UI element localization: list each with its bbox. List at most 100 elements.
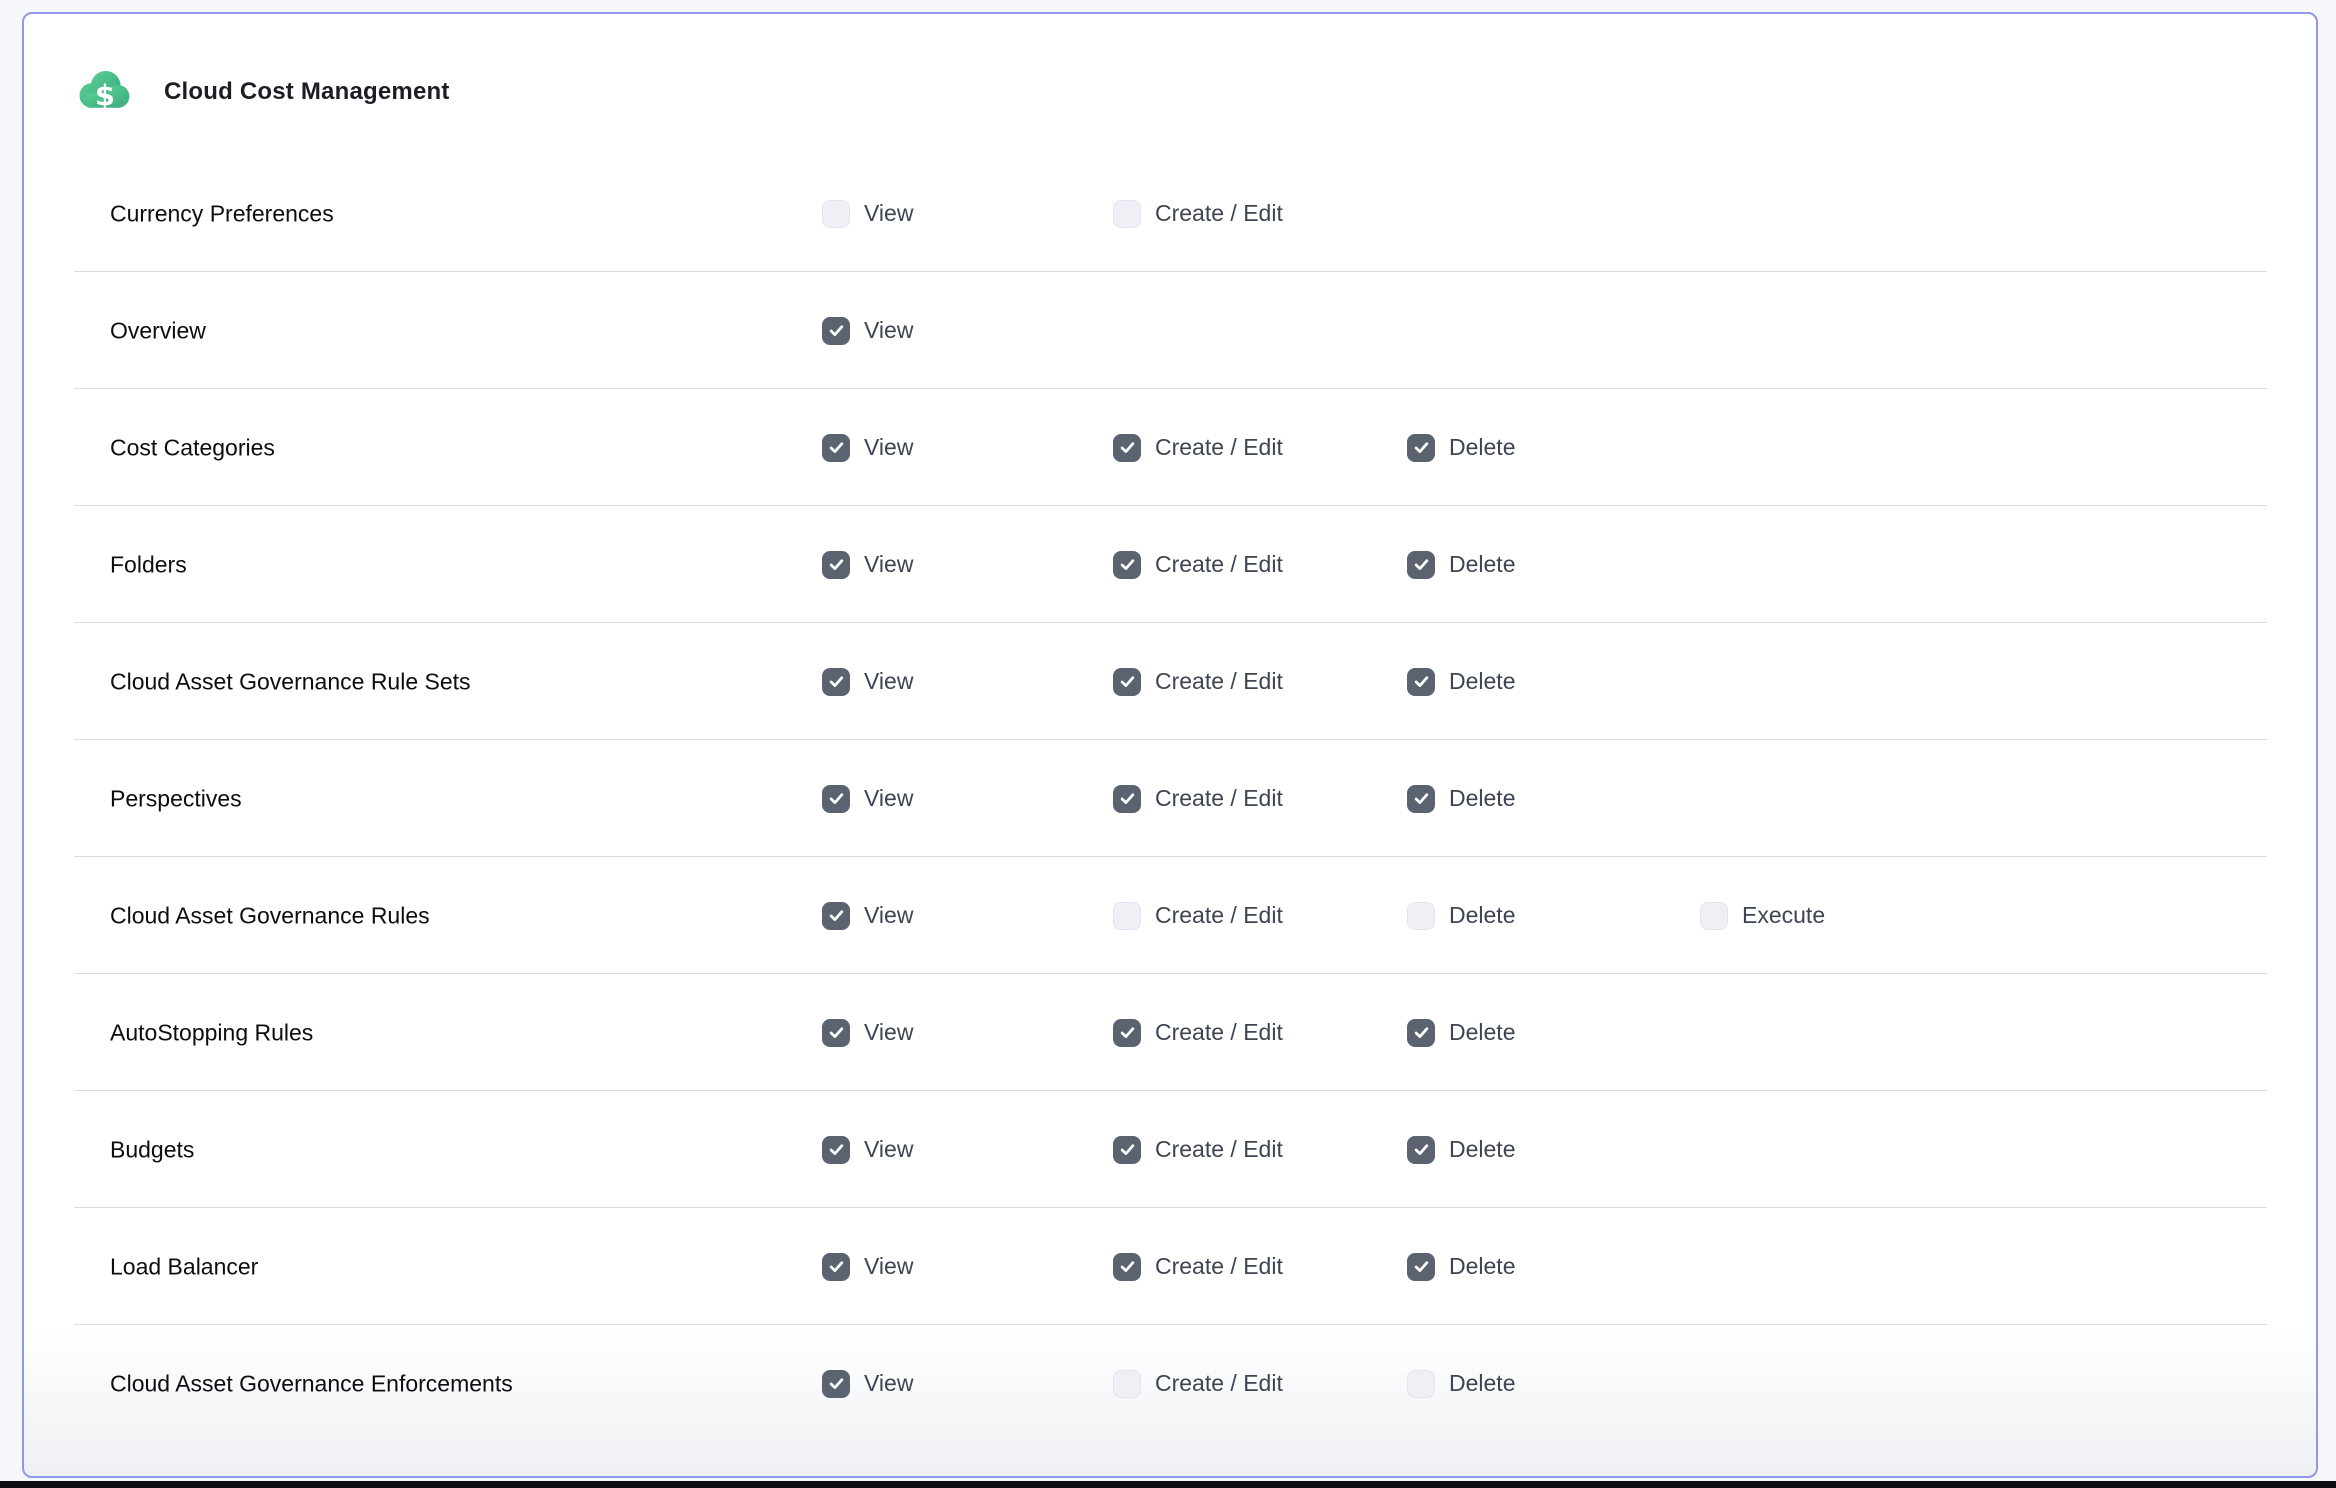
view-checkbox[interactable] — [822, 200, 850, 228]
view-checkbox[interactable] — [822, 902, 850, 930]
execute-permission[interactable]: Execute — [1700, 902, 1825, 930]
check-icon — [1118, 555, 1137, 574]
create-edit-permission[interactable]: Create / Edit — [1113, 1253, 1283, 1281]
card-header: $ Cloud Cost Management — [24, 14, 2316, 155]
create-edit-checkbox[interactable] — [1113, 785, 1141, 813]
execute-checkbox[interactable] — [1700, 902, 1728, 930]
view-permission[interactable]: View — [822, 668, 913, 696]
delete-checkbox[interactable] — [1407, 1019, 1435, 1047]
permission-label: View — [864, 317, 913, 344]
view-permission[interactable]: View — [822, 1253, 913, 1281]
permission-label: Create / Edit — [1155, 434, 1283, 461]
resource-label: Overview — [110, 317, 206, 344]
create-edit-permission[interactable]: Create / Edit — [1113, 1136, 1283, 1164]
check-icon — [827, 1374, 846, 1393]
permission-label: Create / Edit — [1155, 1253, 1283, 1280]
delete-checkbox[interactable] — [1407, 785, 1435, 813]
create-edit-permission[interactable]: Create / Edit — [1113, 200, 1283, 228]
view-checkbox[interactable] — [822, 551, 850, 579]
delete-checkbox[interactable] — [1407, 902, 1435, 930]
create-edit-checkbox[interactable] — [1113, 1253, 1141, 1281]
delete-permission[interactable]: Delete — [1407, 1370, 1515, 1398]
create-edit-permission[interactable]: Create / Edit — [1113, 1370, 1283, 1398]
view-checkbox[interactable] — [822, 1136, 850, 1164]
view-permission[interactable]: View — [822, 1136, 913, 1164]
delete-permission[interactable]: Delete — [1407, 1136, 1515, 1164]
view-permission[interactable]: View — [822, 317, 913, 345]
create-edit-permission[interactable]: Create / Edit — [1113, 668, 1283, 696]
permission-label: View — [864, 1136, 913, 1163]
view-permission[interactable]: View — [822, 551, 913, 579]
delete-permission[interactable]: Delete — [1407, 1253, 1515, 1281]
delete-checkbox[interactable] — [1407, 1136, 1435, 1164]
view-checkbox[interactable] — [822, 1253, 850, 1281]
check-icon — [1118, 1140, 1137, 1159]
check-icon — [1118, 1023, 1137, 1042]
view-permission[interactable]: View — [822, 785, 913, 813]
create-edit-checkbox[interactable] — [1113, 1019, 1141, 1047]
permission-label: View — [864, 902, 913, 929]
permission-label: Create / Edit — [1155, 1136, 1283, 1163]
permission-label: Create / Edit — [1155, 200, 1283, 227]
check-icon — [1412, 672, 1431, 691]
delete-checkbox[interactable] — [1407, 668, 1435, 696]
delete-checkbox[interactable] — [1407, 1253, 1435, 1281]
permission-label: Delete — [1449, 902, 1515, 929]
create-edit-checkbox[interactable] — [1113, 902, 1141, 930]
create-edit-checkbox[interactable] — [1113, 434, 1141, 462]
create-edit-checkbox[interactable] — [1113, 200, 1141, 228]
delete-permission[interactable]: Delete — [1407, 902, 1515, 930]
create-edit-checkbox[interactable] — [1113, 1370, 1141, 1398]
view-checkbox[interactable] — [822, 668, 850, 696]
permission-row: Perspectives View Create / Edit Delete — [24, 740, 2316, 857]
view-permission[interactable]: View — [822, 1370, 913, 1398]
create-edit-permission[interactable]: Create / Edit — [1113, 1019, 1283, 1047]
permission-label: Delete — [1449, 1019, 1515, 1046]
view-checkbox[interactable] — [822, 1019, 850, 1047]
check-icon — [1118, 789, 1137, 808]
permissions-card: $ Cloud Cost Management Currency Prefere… — [22, 12, 2318, 1478]
view-checkbox[interactable] — [822, 1370, 850, 1398]
delete-permission[interactable]: Delete — [1407, 1019, 1515, 1047]
check-icon — [1412, 438, 1431, 457]
view-permission[interactable]: View — [822, 902, 913, 930]
view-checkbox[interactable] — [822, 785, 850, 813]
permission-label: Create / Edit — [1155, 1019, 1283, 1046]
view-permission[interactable]: View — [822, 1019, 913, 1047]
view-permission[interactable]: View — [822, 434, 913, 462]
resource-label: Cloud Asset Governance Rule Sets — [110, 668, 471, 695]
permission-label: Create / Edit — [1155, 551, 1283, 578]
create-edit-permission[interactable]: Create / Edit — [1113, 902, 1283, 930]
clipped-content-strip — [0, 1481, 2336, 1488]
permission-row: Overview View — [24, 272, 2316, 389]
delete-checkbox[interactable] — [1407, 551, 1435, 579]
delete-permission[interactable]: Delete — [1407, 551, 1515, 579]
delete-checkbox[interactable] — [1407, 434, 1435, 462]
permission-label: View — [864, 200, 913, 227]
permissions-list: Currency Preferences View Create / Edit … — [24, 155, 2316, 1442]
view-checkbox[interactable] — [822, 317, 850, 345]
check-icon — [1412, 1023, 1431, 1042]
create-edit-permission[interactable]: Create / Edit — [1113, 434, 1283, 462]
create-edit-permission[interactable]: Create / Edit — [1113, 785, 1283, 813]
view-permission[interactable]: View — [822, 200, 913, 228]
delete-permission[interactable]: Delete — [1407, 668, 1515, 696]
check-icon — [1118, 438, 1137, 457]
create-edit-permission[interactable]: Create / Edit — [1113, 551, 1283, 579]
delete-checkbox[interactable] — [1407, 1370, 1435, 1398]
permission-label: View — [864, 551, 913, 578]
check-icon — [827, 789, 846, 808]
create-edit-checkbox[interactable] — [1113, 1136, 1141, 1164]
permission-label: View — [864, 668, 913, 695]
permission-label: View — [864, 785, 913, 812]
permission-label: View — [864, 1370, 913, 1397]
page-title: Cloud Cost Management — [164, 78, 450, 106]
view-checkbox[interactable] — [822, 434, 850, 462]
permission-label: Create / Edit — [1155, 668, 1283, 695]
resource-label: Budgets — [110, 1136, 194, 1163]
create-edit-checkbox[interactable] — [1113, 551, 1141, 579]
delete-permission[interactable]: Delete — [1407, 434, 1515, 462]
create-edit-checkbox[interactable] — [1113, 668, 1141, 696]
permission-label: Delete — [1449, 1253, 1515, 1280]
delete-permission[interactable]: Delete — [1407, 785, 1515, 813]
